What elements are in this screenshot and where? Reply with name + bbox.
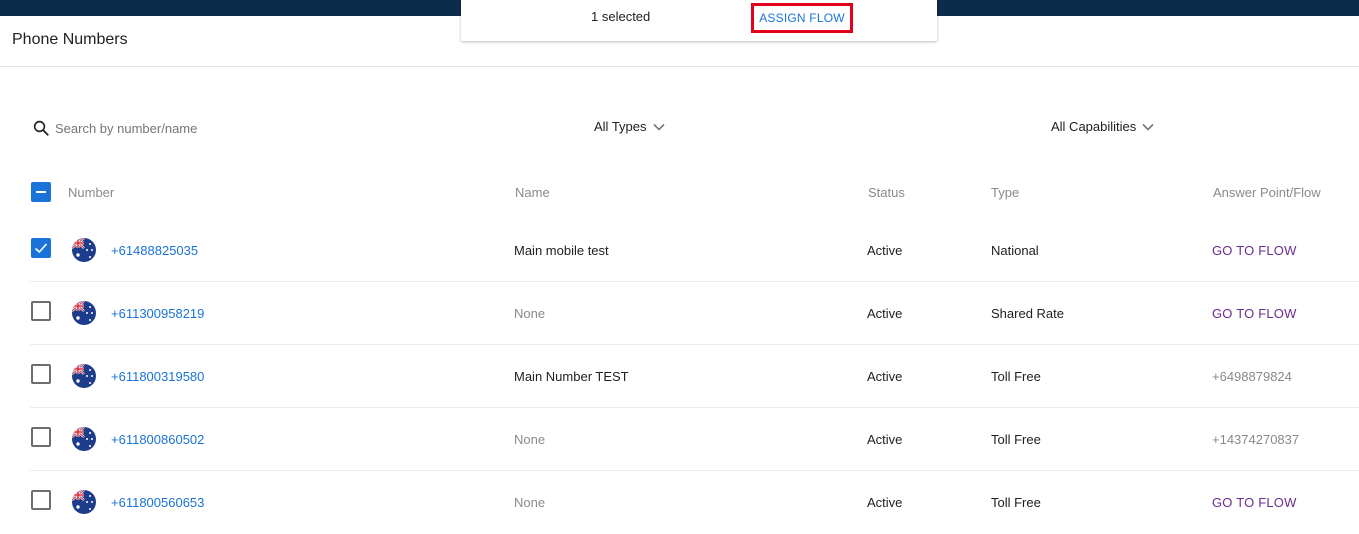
go-to-flow-link[interactable]: GO TO FLOW xyxy=(1212,243,1297,258)
go-to-flow-link[interactable]: GO TO FLOW xyxy=(1212,306,1297,321)
status-text: Active xyxy=(867,306,903,321)
phone-number-link[interactable]: +611800860502 xyxy=(111,432,204,447)
column-header-number[interactable]: Number xyxy=(68,185,114,200)
table-row[interactable]: +611800860502 None Active Toll Free +143… xyxy=(0,408,1359,471)
column-header-type[interactable]: Type xyxy=(991,185,1019,200)
selection-action-bar: 1 selected ASSIGN FLOW xyxy=(461,0,937,41)
row-checkbox[interactable] xyxy=(31,490,51,510)
selected-count: 1 selected xyxy=(591,9,651,24)
search-input[interactable] xyxy=(55,120,255,136)
search-icon xyxy=(33,120,49,136)
table-row[interactable]: +611800560653 None Active Toll Free GO T… xyxy=(0,471,1359,534)
status-text: Active xyxy=(867,243,903,258)
column-header-name[interactable]: Name xyxy=(515,185,550,200)
capabilities-filter-label: All Capabilities xyxy=(1051,119,1137,134)
check-icon xyxy=(34,243,48,254)
answer-point-number: +14374270837 xyxy=(1212,432,1300,447)
type-text: Toll Free xyxy=(991,495,1041,510)
type-text: Shared Rate xyxy=(991,306,1064,321)
search-bar xyxy=(32,118,255,138)
type-filter-dropdown[interactable]: All Types xyxy=(594,119,665,134)
chevron-down-icon xyxy=(1142,123,1154,131)
type-text: National xyxy=(991,243,1039,258)
row-checkbox[interactable] xyxy=(31,364,51,384)
row-checkbox[interactable] xyxy=(31,427,51,447)
table-row[interactable]: +611800319580 Main Number TEST Active To… xyxy=(0,345,1359,408)
answer-point-number: +6498879824 xyxy=(1212,369,1292,384)
australia-flag-icon xyxy=(72,427,96,451)
phone-number-link[interactable]: +611800319580 xyxy=(111,369,204,384)
type-text: Toll Free xyxy=(991,432,1041,447)
australia-flag-icon xyxy=(72,490,96,514)
phone-number-link[interactable]: +611800560653 xyxy=(111,495,204,510)
australia-flag-icon xyxy=(72,364,96,388)
go-to-flow-link[interactable]: GO TO FLOW xyxy=(1212,495,1297,510)
column-header-status[interactable]: Status xyxy=(868,185,905,200)
minus-icon xyxy=(36,191,46,193)
assign-flow-button[interactable]: ASSIGN FLOW xyxy=(751,3,853,33)
number-name: Main Number TEST xyxy=(514,369,629,384)
status-text: Active xyxy=(867,369,903,384)
australia-flag-icon xyxy=(72,238,96,262)
header-divider xyxy=(0,66,1359,67)
column-header-answer-point[interactable]: Answer Point/Flow xyxy=(1213,185,1321,200)
number-name: None xyxy=(514,306,546,321)
type-filter-label: All Types xyxy=(594,119,647,134)
australia-flag-icon xyxy=(72,301,96,325)
status-text: Active xyxy=(867,495,903,510)
capabilities-filter-dropdown[interactable]: All Capabilities xyxy=(1051,119,1154,134)
table-row[interactable]: +61488825035 Main mobile test Active Nat… xyxy=(0,219,1359,282)
table-row[interactable]: +611300958219 None Active Shared Rate GO… xyxy=(0,282,1359,345)
number-name: None xyxy=(514,432,546,447)
status-text: Active xyxy=(867,432,903,447)
number-name: Main mobile test xyxy=(514,243,609,258)
row-checkbox[interactable] xyxy=(31,238,51,258)
row-checkbox[interactable] xyxy=(31,301,51,321)
number-name: None xyxy=(514,495,546,510)
phone-number-link[interactable]: +611300958219 xyxy=(111,306,204,321)
page-title: Phone Numbers xyxy=(12,31,128,48)
phone-number-link[interactable]: +61488825035 xyxy=(111,243,198,258)
chevron-down-icon xyxy=(652,123,665,131)
select-all-checkbox[interactable] xyxy=(31,182,51,202)
type-text: Toll Free xyxy=(991,369,1041,384)
